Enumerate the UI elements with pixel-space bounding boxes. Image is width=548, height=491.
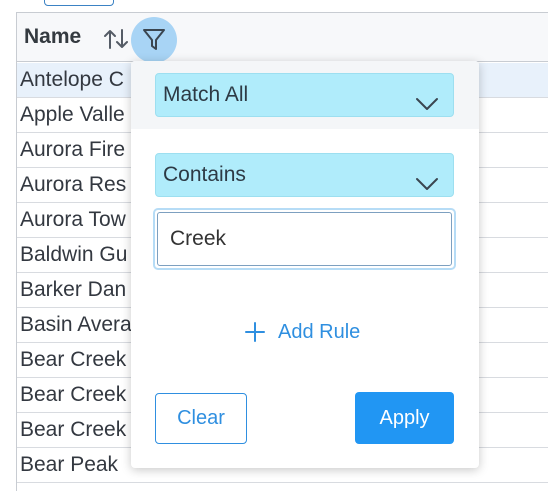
toolbar-control[interactable]: [44, 0, 114, 6]
match-operator-value: Match All: [163, 83, 249, 106]
apply-button[interactable]: Apply: [355, 392, 454, 444]
match-mode-value: Contains: [163, 163, 246, 186]
match-mode-select[interactable]: Contains: [155, 153, 454, 197]
sort-icon[interactable]: [103, 27, 129, 51]
filter-value-input[interactable]: [157, 212, 452, 266]
top-toolbar-strip: [0, 0, 548, 12]
match-operator-select[interactable]: Match All: [155, 73, 454, 117]
add-rule-label: Add Rule: [278, 320, 361, 343]
plus-icon: [244, 321, 266, 343]
add-rule-button[interactable]: Add Rule: [244, 317, 360, 347]
column-header-name[interactable]: Name: [24, 25, 81, 49]
filter-icon: [143, 29, 165, 50]
stage: Name Antelope C Apple Valle Aurora Fire …: [0, 0, 548, 491]
table-header: Name: [17, 12, 548, 63]
chevron-down-icon: [415, 166, 439, 190]
chevron-down-icon: [415, 86, 439, 110]
filter-popup: Match All Contains Creek Add Rule Clear …: [131, 61, 479, 468]
clear-button[interactable]: Clear: [155, 393, 247, 444]
column-filter-button[interactable]: [131, 17, 177, 63]
filter-value-field: [153, 208, 456, 270]
